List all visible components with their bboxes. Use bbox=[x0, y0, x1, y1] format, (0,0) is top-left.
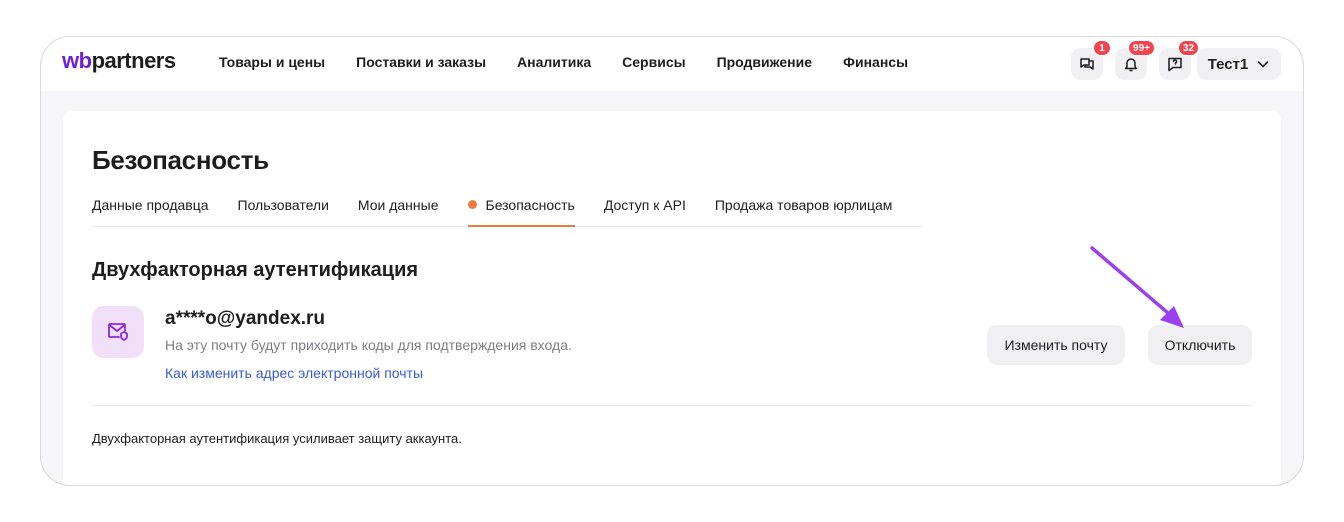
logo-wb-text: wb bbox=[62, 48, 92, 73]
mail-tile bbox=[92, 306, 144, 358]
disable-two-factor-button[interactable]: Отключить bbox=[1148, 325, 1252, 365]
email-address: a****o@yandex.ru bbox=[165, 308, 326, 329]
two-factor-title: Двухфакторная аутентификация bbox=[92, 259, 419, 281]
tab-users[interactable]: Пользователи bbox=[238, 195, 329, 227]
wbpartners-logo[interactable]: wbpartners bbox=[62, 48, 176, 74]
support-badge: 32 bbox=[1177, 40, 1199, 56]
tab-my-data[interactable]: Мои данные bbox=[358, 195, 439, 227]
nav-item-analytics[interactable]: Аналитика bbox=[517, 54, 591, 70]
top-navigation-bar: wbpartners Товары и цены Поставки и зака… bbox=[41, 37, 1303, 91]
app-window: wbpartners Товары и цены Поставки и зака… bbox=[40, 36, 1304, 486]
active-tab-dot bbox=[467, 200, 477, 209]
settings-card: Безопасность Данные продавца Пользовател… bbox=[63, 111, 1281, 485]
change-email-help-link[interactable]: Как изменить адрес электронной почты bbox=[165, 365, 423, 381]
nav-item-services[interactable]: Сервисы bbox=[622, 54, 685, 70]
tab-seller-data[interactable]: Данные продавца bbox=[92, 195, 209, 227]
logo-partners-text: partners bbox=[91, 48, 177, 73]
nav-item-promotion[interactable]: Продвижение bbox=[717, 54, 812, 70]
page-title: Безопасность bbox=[92, 145, 269, 175]
chevron-down-icon bbox=[1257, 61, 1269, 68]
tab-security[interactable]: Безопасность bbox=[467, 195, 575, 227]
section-divider bbox=[92, 405, 1252, 406]
support-button[interactable]: 32 bbox=[1159, 40, 1199, 80]
bell-icon bbox=[1124, 58, 1138, 72]
mail-shield-icon bbox=[108, 323, 128, 341]
nav-item-finance[interactable]: Финансы bbox=[843, 54, 908, 70]
email-description: На эту почту будут приходить коды для по… bbox=[165, 337, 572, 353]
chat-icon bbox=[1080, 58, 1094, 70]
settings-tabs: Данные продавца Пользователи Мои данные … bbox=[92, 195, 922, 227]
user-name: Тест1 bbox=[1207, 55, 1249, 73]
chat-badge: 1 bbox=[1093, 40, 1111, 56]
main-nav: Товары и цены Поставки и заказы Аналитик… bbox=[219, 54, 939, 70]
tab-security-label: Безопасность bbox=[485, 197, 575, 213]
chat-button[interactable]: 1 bbox=[1071, 40, 1111, 80]
two-factor-footnote: Двухфакторная аутентификация усиливает з… bbox=[92, 431, 462, 446]
support-icon bbox=[1168, 57, 1182, 72]
nav-item-products-prices[interactable]: Товары и цены bbox=[219, 54, 325, 70]
change-email-button[interactable]: Изменить почту bbox=[987, 325, 1125, 365]
notifications-button[interactable]: 99+ bbox=[1115, 40, 1155, 80]
notifications-badge: 99+ bbox=[1128, 40, 1155, 56]
nav-item-supplies-orders[interactable]: Поставки и заказы bbox=[356, 54, 486, 70]
tab-legal-entity-sales[interactable]: Продажа товаров юрлицам bbox=[715, 195, 893, 227]
tab-api-access[interactable]: Доступ к API bbox=[604, 195, 686, 227]
user-menu-button[interactable]: Тест1 bbox=[1197, 48, 1281, 80]
